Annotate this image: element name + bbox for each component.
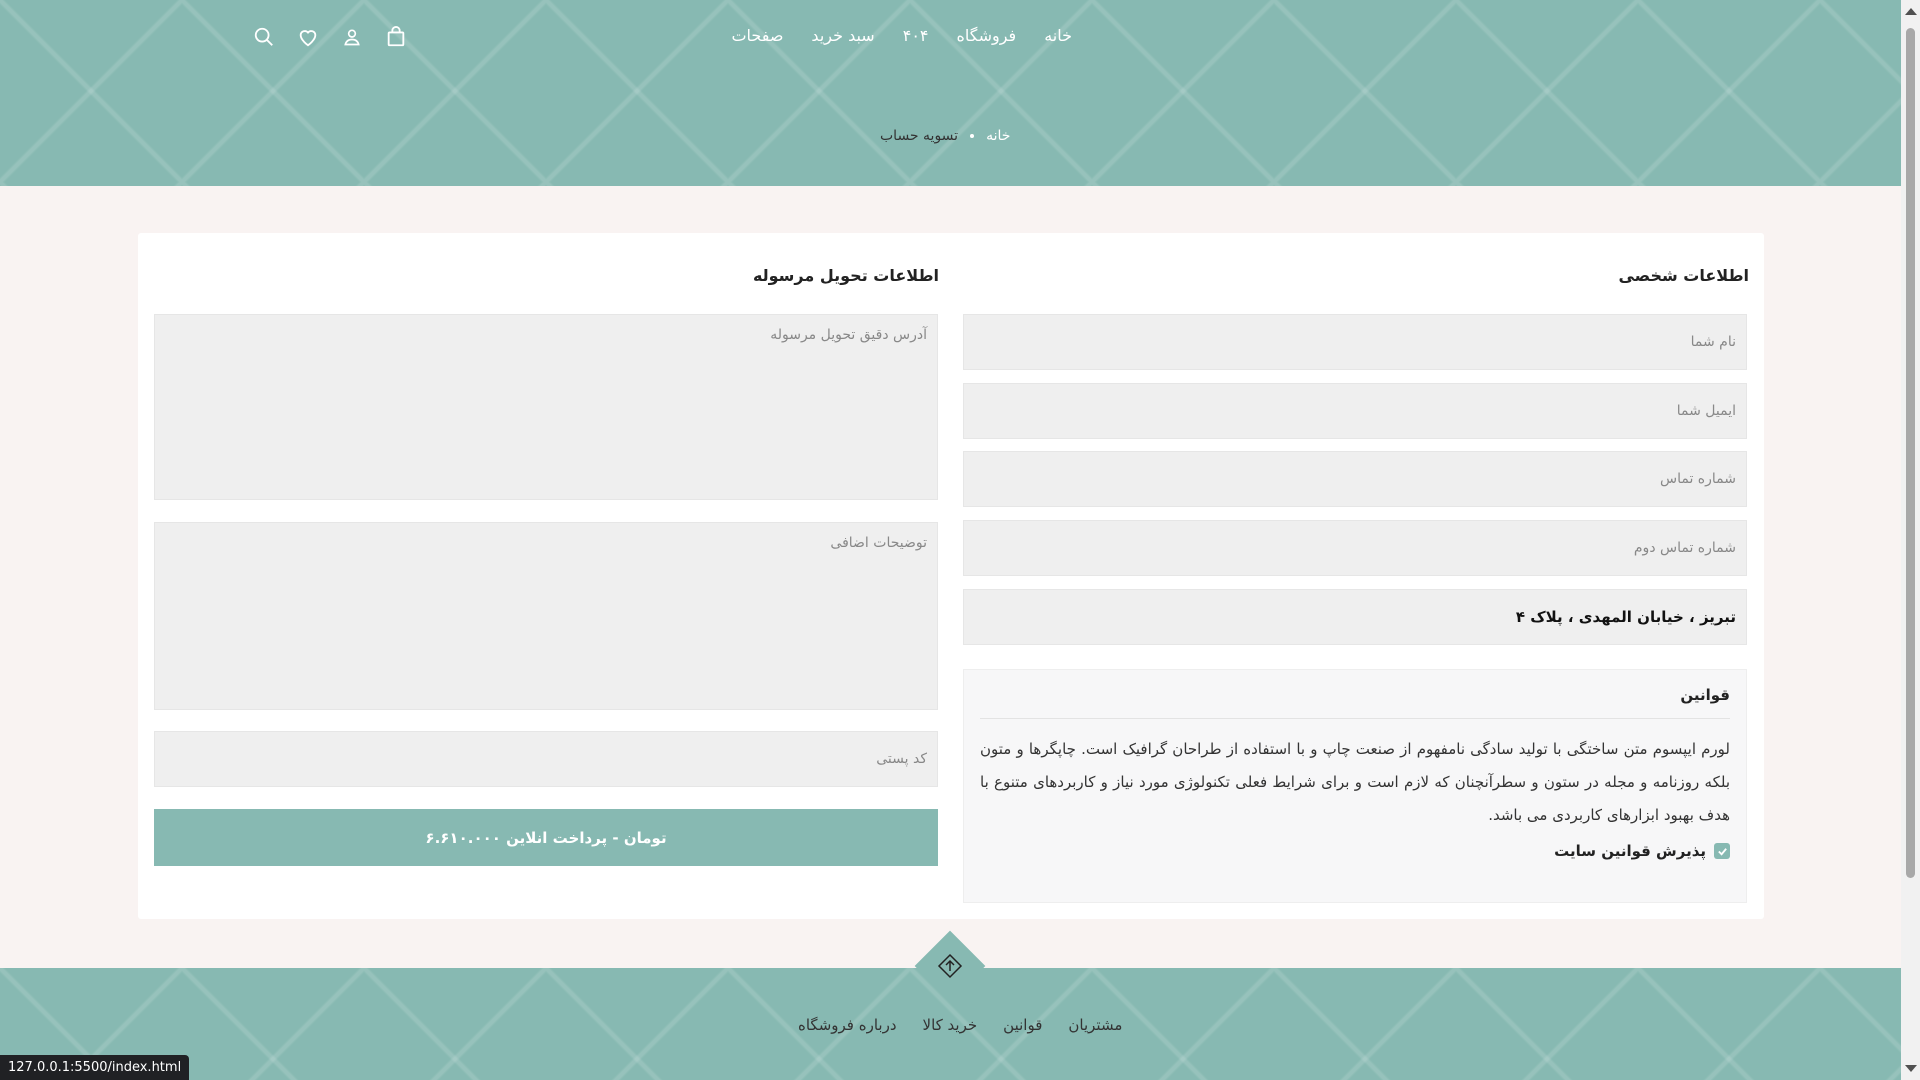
breadcrumb-home[interactable]: خانه [986,128,1010,144]
accept-terms-checkbox[interactable]: پذیرش قوانین سایت [980,842,1730,860]
name-field[interactable] [963,314,1747,370]
pay-online-button[interactable]: ۶.۶۱۰.۰۰۰ تومان - پرداخت انلاین [154,809,938,866]
terms-title: قوانین [980,686,1730,719]
status-bar-url: 127.0.0.1:5500/index.html [0,1055,190,1080]
header-icons [252,25,408,49]
nav-item-shop[interactable]: فروشگاه [957,26,1017,45]
phone2-field[interactable] [963,520,1747,576]
nav-item-pages[interactable]: صفحات [731,26,783,45]
scroll-to-top-button[interactable] [914,930,986,1002]
breadcrumb: خانه تسویه حساب [880,128,1010,144]
nav-item-cart[interactable]: سبد خرید [811,26,874,45]
delivery-address-field[interactable] [154,314,938,500]
scrollbar-thumb[interactable] [1906,28,1915,878]
footer-link-about[interactable]: درباره فروشگاه [798,1016,897,1034]
main-nav: خانه فروشگاه ۴۰۴ سبد خرید صفحات [731,26,1072,45]
header-hero: خانه فروشگاه ۴۰۴ سبد خرید صفحات خانه تسو… [0,0,1901,186]
terms-text: لورم ایپسوم متن ساختگی با تولید سادگی نا… [980,740,1730,824]
heart-icon[interactable] [296,25,320,49]
breadcrumb-current: تسویه حساب [880,128,959,144]
phone-field[interactable] [963,451,1747,507]
page-scrollbar[interactable] [1901,0,1920,1080]
postal-code-field[interactable] [154,731,938,787]
address-field[interactable] [963,589,1747,645]
checkbox-checked-icon[interactable] [1714,843,1730,859]
scroll-up-arrow-icon[interactable] [1905,8,1917,15]
footer-link-buy[interactable]: خرید کالا [923,1016,978,1034]
checkout-card: اطلاعات شخصی قوانین لورم ایپسوم متن ساخت… [138,233,1764,919]
footer-links: مشتریان قوانین خرید کالا درباره فروشگاه [798,1016,1122,1034]
search-icon[interactable] [252,25,276,49]
email-field[interactable] [963,383,1747,439]
nav-item-home[interactable]: خانه [1044,26,1072,45]
terms-box: قوانین لورم ایپسوم متن ساختگی با تولید س… [963,669,1747,903]
user-icon[interactable] [340,25,364,49]
personal-info-title: اطلاعات شخصی [1618,266,1749,285]
footer-link-customers[interactable]: مشتریان [1068,1016,1122,1034]
delivery-info-title: اطلاعات تحویل مرسوله [752,266,939,285]
scroll-down-arrow-icon[interactable] [1905,1065,1917,1072]
extra-notes-field[interactable] [154,522,938,710]
breadcrumb-separator [970,134,975,138]
nav-item-404[interactable]: ۴۰۴ [903,26,929,45]
accept-terms-label: پذیرش قوانین سایت [1554,842,1706,860]
shopping-bag-icon[interactable] [384,25,408,49]
arrow-up-icon [937,953,963,979]
footer-link-rules[interactable]: قوانین [1003,1016,1042,1034]
